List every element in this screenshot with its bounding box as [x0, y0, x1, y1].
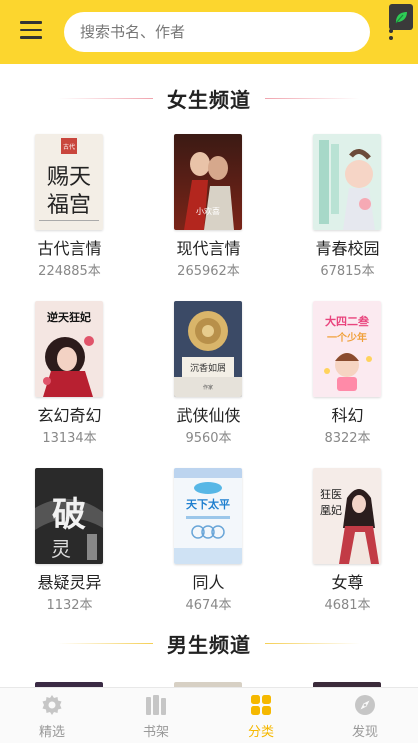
bottom-navigation: 精选 书架 分类 发现 [0, 687, 418, 743]
category-item[interactable]: 逆天狂妃 玄幻奇幻 13134本 [0, 301, 139, 461]
category-name: 现代言情 [176, 239, 241, 258]
category-item[interactable]: 大四二叁 一个少年 科幻 8322本 [278, 301, 417, 461]
book-cover: 逆天狂妃 [35, 301, 103, 397]
bookshelf-icon [145, 694, 167, 716]
svg-text:天下太平: 天下太平 [186, 497, 230, 511]
category-count: 265962本 [177, 264, 240, 279]
section-title-male: 男生频道 [167, 632, 251, 657]
book-cover [313, 134, 381, 230]
category-name: 玄幻奇幻 [37, 406, 102, 425]
category-item[interactable]: 沉香如屑 作家 武侠仙侠 9560本 [139, 301, 278, 461]
book-cover: 破 灵 [35, 468, 103, 564]
category-name: 武侠仙侠 [176, 406, 241, 425]
svg-text:灵: 灵 [51, 537, 71, 561]
category-name: 悬疑灵异 [37, 573, 102, 592]
app-root: 女生频道 古代 赐天 福宫 古代言情 224885本 [0, 0, 418, 743]
divider [58, 642, 153, 644]
category-count: 13134本 [42, 431, 97, 446]
svg-text:作家: 作家 [203, 384, 213, 391]
nav-tab-discover[interactable]: 发现 [313, 688, 417, 743]
category-count: 9560本 [185, 431, 232, 446]
search-input[interactable] [80, 23, 354, 41]
category-item[interactable]: 小欢喜 现代言情 265962本 [139, 134, 278, 294]
menu-icon[interactable] [20, 21, 44, 43]
category-name: 青春校园 [315, 239, 380, 258]
category-name: 同人 [192, 573, 225, 592]
svg-text:狂医: 狂医 [320, 488, 342, 501]
nav-tab-category[interactable]: 分类 [209, 688, 313, 743]
grid-icon [250, 694, 272, 716]
category-count: 1132本 [46, 598, 93, 613]
category-item[interactable]: 青春校园 67815本 [278, 134, 417, 294]
gear-icon [41, 694, 63, 716]
nav-label: 书架 [142, 725, 169, 740]
book-cover: 天下太平 [174, 468, 242, 564]
svg-text:凰妃: 凰妃 [320, 503, 342, 517]
category-item[interactable]: 破 灵 悬疑灵异 1132本 [0, 468, 139, 628]
nav-tab-bookshelf[interactable]: 书架 [104, 688, 208, 743]
category-count: 8322本 [324, 431, 371, 446]
compass-icon [354, 694, 376, 716]
leaf-icon [389, 4, 413, 30]
category-item[interactable]: 狂医 凰妃 女尊 4681本 [278, 468, 417, 628]
category-name: 古代言情 [37, 239, 102, 258]
divider [265, 642, 360, 644]
category-name: 女尊 [331, 573, 364, 592]
book-cover: 沉香如屑 作家 [174, 301, 242, 397]
female-section-header: 女生频道 [0, 83, 418, 113]
category-count: 67815本 [320, 264, 375, 279]
category-count: 4681本 [324, 598, 371, 613]
svg-text:古代: 古代 [63, 143, 75, 151]
nav-label: 精选 [38, 725, 65, 740]
male-section-header: 男生频道 [0, 628, 418, 658]
search-box[interactable] [64, 12, 370, 52]
category-count: 4674本 [185, 598, 232, 613]
book-cover: 狂医 凰妃 [313, 468, 381, 564]
svg-text:赐天: 赐天 [47, 165, 91, 190]
category-count: 224885本 [38, 264, 101, 279]
book-cover: 小欢喜 [174, 134, 242, 230]
book-cover: 大四二叁 一个少年 [313, 301, 381, 397]
category-item[interactable]: 天下太平 同人 4674本 [139, 468, 278, 628]
top-bar [0, 0, 418, 64]
book-cover: 古代 赐天 福宫 [35, 134, 103, 230]
category-item[interactable]: 古代 赐天 福宫 古代言情 224885本 [0, 134, 139, 294]
nav-tab-featured[interactable]: 精选 [0, 688, 104, 743]
divider [58, 97, 153, 99]
section-title-female: 女生频道 [167, 87, 251, 112]
category-name: 科幻 [331, 406, 364, 425]
svg-text:沉香如屑: 沉香如屑 [190, 362, 226, 374]
svg-text:小欢喜: 小欢喜 [196, 206, 220, 216]
svg-text:福宫: 福宫 [47, 193, 91, 218]
svg-text:逆天狂妃: 逆天狂妃 [47, 310, 91, 324]
nav-label: 分类 [247, 725, 274, 740]
divider [265, 97, 360, 99]
svg-text:一个少年: 一个少年 [327, 331, 367, 344]
svg-text:破: 破 [52, 495, 86, 535]
svg-text:大四二叁: 大四二叁 [325, 314, 370, 328]
nav-label: 发现 [351, 725, 378, 740]
